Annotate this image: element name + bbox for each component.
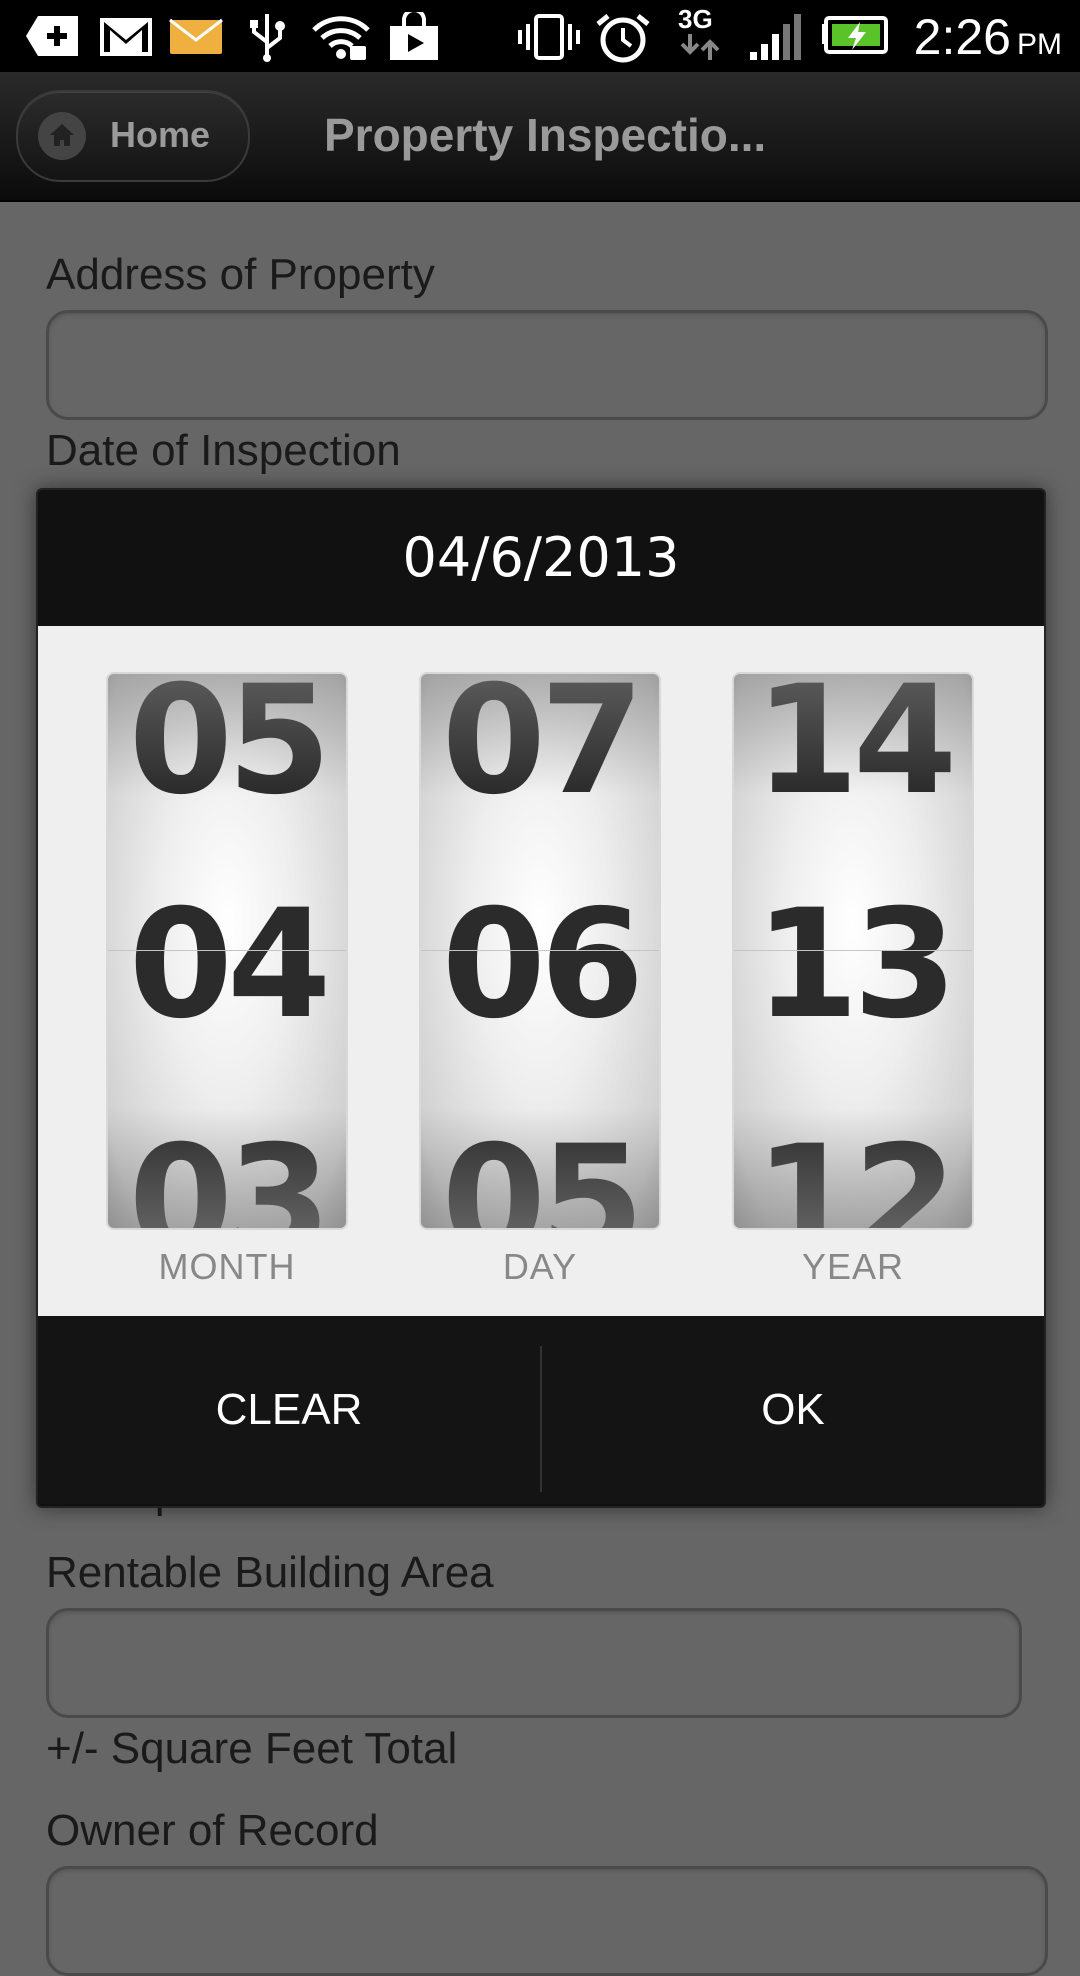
app-header: Home Property Inspectio... bbox=[0, 72, 1080, 202]
network-3g-icon: 3G bbox=[678, 4, 722, 60]
day-wheel[interactable]: 07 06 05 bbox=[421, 674, 659, 1228]
clock-ampm: PM bbox=[1017, 28, 1062, 61]
day-label: DAY bbox=[502, 1246, 578, 1287]
date-label: Date of Inspection bbox=[46, 426, 401, 475]
year-current-value: 13 bbox=[754, 878, 958, 1052]
status-bar: 3G 2:26 PM bbox=[0, 0, 1080, 72]
rentable-area-label: Rentable Building Area bbox=[46, 1548, 494, 1597]
date-picker-title: 04/6/2013 bbox=[402, 526, 680, 589]
status-clock: 2:26 PM bbox=[914, 8, 1062, 66]
home-button-label: Home bbox=[110, 114, 211, 155]
day-next-value[interactable]: 05 bbox=[421, 1126, 659, 1228]
date-picker-dialog: 04/6/2013 05 04 03 MONTH 07 06 05 DAY 14… bbox=[36, 488, 1046, 1508]
month-current-value: 04 bbox=[128, 878, 332, 1052]
battery-charging-icon bbox=[820, 12, 890, 62]
year-wheel-divider bbox=[734, 950, 972, 951]
month-wheel[interactable]: 05 04 03 bbox=[108, 674, 346, 1228]
sqft-total-label: +/- Square Feet Total bbox=[46, 1724, 458, 1773]
clock-time: 2:26 bbox=[913, 9, 1011, 65]
date-picker-footer: CLEAR OK bbox=[38, 1316, 1044, 1504]
rentable-area-input[interactable] bbox=[46, 1608, 1022, 1718]
wifi-hotspot-icon bbox=[310, 12, 372, 62]
owner-input[interactable] bbox=[46, 1866, 1048, 1976]
clear-button[interactable]: CLEAR bbox=[38, 1316, 540, 1504]
year-next-value[interactable]: 12 bbox=[734, 1126, 972, 1228]
address-label: Address of Property bbox=[46, 250, 435, 299]
home-icon bbox=[38, 112, 86, 160]
year-wheel[interactable]: 14 13 12 bbox=[734, 674, 972, 1228]
day-wheel-divider bbox=[421, 950, 659, 951]
year-label: YEAR bbox=[801, 1246, 905, 1287]
plus-notification-icon bbox=[24, 12, 80, 62]
day-prev-value[interactable]: 07 bbox=[421, 674, 659, 816]
month-wheel-divider bbox=[108, 950, 346, 951]
month-next-value[interactable]: 03 bbox=[108, 1126, 346, 1228]
usb-icon bbox=[244, 12, 290, 62]
alarm-icon bbox=[594, 12, 652, 63]
vibrate-icon bbox=[516, 12, 582, 62]
email-icon bbox=[168, 12, 224, 62]
year-prev-value[interactable]: 14 bbox=[734, 674, 972, 816]
page-title: Property Inspectio... bbox=[324, 109, 767, 161]
signal-icon bbox=[748, 12, 804, 62]
gmail-icon bbox=[98, 12, 154, 62]
address-input[interactable] bbox=[46, 310, 1048, 420]
month-label: MONTH bbox=[158, 1246, 296, 1287]
network-3g-label: 3G bbox=[678, 4, 713, 34]
home-button[interactable]: Home bbox=[16, 90, 250, 182]
day-current-value: 06 bbox=[441, 878, 645, 1052]
month-prev-value[interactable]: 05 bbox=[108, 674, 346, 816]
play-store-icon bbox=[386, 12, 442, 62]
owner-label: Owner of Record bbox=[46, 1806, 379, 1855]
ok-button[interactable]: OK bbox=[542, 1316, 1044, 1504]
date-picker-body: 05 04 03 MONTH 07 06 05 DAY 14 13 12 YEA bbox=[38, 626, 1044, 1316]
